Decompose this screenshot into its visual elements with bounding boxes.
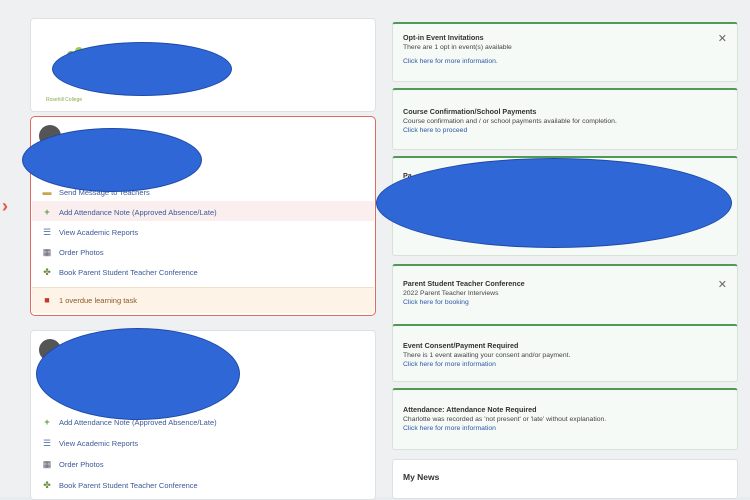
close-icon[interactable]: ✕ <box>718 278 727 291</box>
notice-body: There are 1 opt in event(s) available <box>403 44 512 51</box>
task-label: 1 overdue learning task <box>59 295 137 305</box>
report-icon: ☰ <box>42 226 52 237</box>
notice-body: Course confirmation and / or school paym… <box>403 118 617 125</box>
redaction-overlay <box>22 128 202 192</box>
notice-title: Opt-in Event Invitations <box>403 33 484 42</box>
notice-link[interactable]: Click here to proceed <box>403 126 727 136</box>
report-icon: ☰ <box>42 437 52 448</box>
notice-attendance: Attendance: Attendance Note Required Cha… <box>392 388 738 450</box>
action-label: View Academic Reports <box>59 227 139 237</box>
notice-title: Course Confirmation/School Payments <box>403 107 537 116</box>
notice-title: Parent Student Teacher Conference <box>403 279 525 288</box>
order-photos-link[interactable]: ▦ Order Photos <box>41 243 104 261</box>
action-label: Book Parent Student Teacher Conference <box>59 267 198 277</box>
task-icon: ■ <box>44 295 50 305</box>
redaction-overlay <box>52 42 232 96</box>
redaction-overlay <box>376 158 732 248</box>
close-icon[interactable]: ✕ <box>718 32 727 45</box>
action-label: Add Attendance Note (Approved Absence/La… <box>59 207 217 217</box>
notice-opt-in-events: Opt-in Event Invitations There are 1 opt… <box>392 22 738 82</box>
notice-link[interactable]: Click here for more information <box>403 360 727 370</box>
news-title: My News <box>403 472 440 482</box>
action-label: Order Photos <box>59 459 104 469</box>
redaction-overlay <box>36 328 240 420</box>
notice-event-consent: Event Consent/Payment Required There is … <box>392 324 738 382</box>
notice-link[interactable]: Click here for more information. <box>403 57 727 67</box>
action-label: Book Parent Student Teacher Conference <box>59 480 198 490</box>
plus-icon: + <box>44 417 50 427</box>
photo-icon: ▦ <box>42 246 52 257</box>
plus-icon: + <box>44 207 50 217</box>
notice-title: Attendance: Attendance Note Required <box>403 405 537 414</box>
selected-student-chevron-icon: › <box>2 196 8 216</box>
action-label: View Academic Reports <box>59 438 139 448</box>
notice-link[interactable]: Click here for more information <box>403 424 727 434</box>
school-logo-caption: Rosehill College <box>46 97 83 103</box>
overdue-task-link[interactable]: ■ 1 overdue learning task <box>41 291 137 309</box>
notice-conference: Parent Student Teacher Conference 2022 P… <box>392 264 738 326</box>
folder-icon: ▬ <box>42 187 52 197</box>
order-photos-link[interactable]: ▦ Order Photos <box>41 455 104 473</box>
dashboard-page: Rosehill College ▬ Send Message to Teach… <box>0 0 750 500</box>
view-academic-reports-link[interactable]: ☰ View Academic Reports <box>41 434 138 452</box>
notice-body: 2022 Parent Teacher Interviews <box>403 290 499 297</box>
add-attendance-note-link[interactable]: + Add Attendance Note (Approved Absence/… <box>41 203 217 221</box>
photo-icon: ▦ <box>42 458 52 469</box>
book-conference-link[interactable]: ✤ Book Parent Student Teacher Conference <box>41 476 198 494</box>
notice-body: There is 1 event awaiting your consent a… <box>403 352 571 359</box>
action-label: Order Photos <box>59 247 104 257</box>
people-icon: ✤ <box>43 266 51 277</box>
notice-body: Charlotte was recorded as 'not present' … <box>403 416 607 423</box>
notice-title: Event Consent/Payment Required <box>403 341 519 350</box>
view-academic-reports-link[interactable]: ☰ View Academic Reports <box>41 223 138 241</box>
notice-link[interactable]: Click here for booking <box>403 298 727 308</box>
notice-course-confirmation: Course Confirmation/School Payments Cour… <box>392 88 738 150</box>
book-conference-link[interactable]: ✤ Book Parent Student Teacher Conference <box>41 263 198 281</box>
people-icon: ✤ <box>43 479 51 490</box>
my-news-card: My News <box>392 459 738 499</box>
